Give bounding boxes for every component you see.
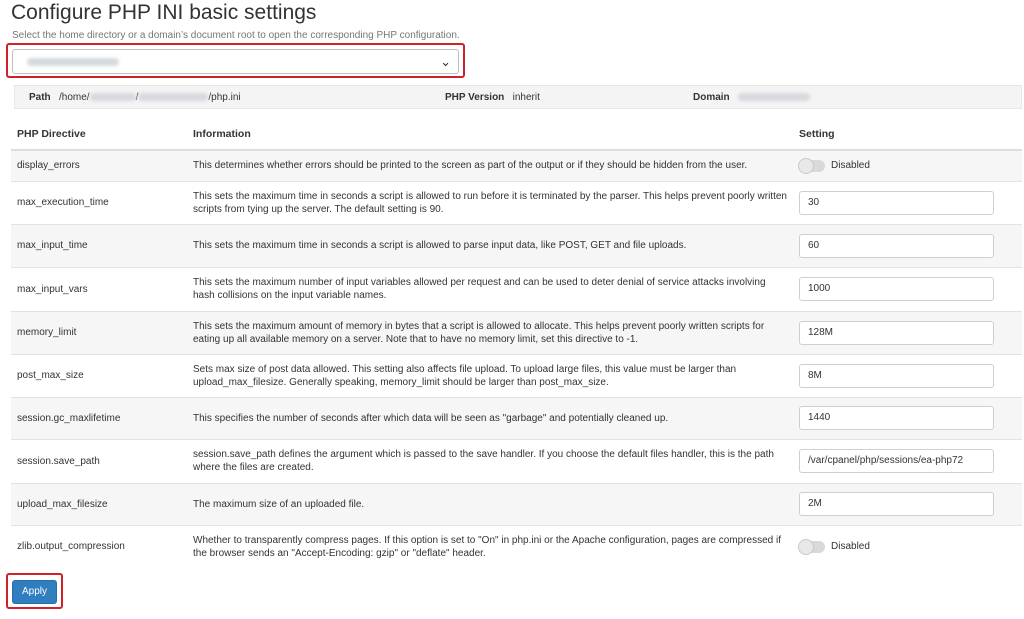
version-info: PHP Version inherit <box>445 92 540 103</box>
table-row: display_errors This determines whether er… <box>11 149 1022 181</box>
path-suffix: /php.ini <box>208 92 241 103</box>
directive-information: This sets the maximum time in seconds a … <box>187 180 793 224</box>
setting-input[interactable]: 128M <box>799 320 994 345</box>
table-row: session.save_path session.save_path defin… <box>11 438 1022 483</box>
directive-information: This sets the maximum time in seconds a … <box>187 223 793 267</box>
table-row: max_input_time This sets the maximum time… <box>11 223 1022 267</box>
select-highlight-box: ⌄ <box>6 43 465 78</box>
directive-information: This sets the maximum amount of memory i… <box>187 310 793 354</box>
directive-name: post_max_size <box>11 353 187 397</box>
blurred-docroot <box>138 93 209 102</box>
directive-name: session.save_path <box>11 438 187 483</box>
table-row: zlib.output_compression Whether to transp… <box>11 524 1022 568</box>
toggle-control[interactable]: Disabled <box>798 157 1016 174</box>
toggle-switch[interactable] <box>798 538 825 555</box>
setting-input[interactable]: 30 <box>799 190 994 215</box>
table-row: memory_limit This sets the maximum amount… <box>11 310 1022 354</box>
table-header-row: PHP Directive Information Setting <box>11 118 1022 151</box>
blurred-domain-value <box>27 58 119 66</box>
directive-setting: Disabled <box>793 149 1022 181</box>
chevron-down-icon: ⌄ <box>440 54 451 69</box>
directive-setting: Disabled <box>793 524 1022 568</box>
directive-information: This determines whether errors should be… <box>187 149 793 181</box>
directive-information: session.save_path defines the argument w… <box>187 438 793 483</box>
directive-information: Whether to transparently compress pages.… <box>187 524 793 568</box>
path-info: Path /home///php.ini <box>29 92 241 103</box>
info-bar: Path /home///php.ini PHP Version inherit… <box>14 85 1022 109</box>
directive-name: display_errors <box>11 149 187 181</box>
table-row: upload_max_filesize The maximum size of a… <box>11 482 1022 525</box>
header-directive: PHP Directive <box>11 118 187 151</box>
path-label: Path <box>29 92 51 103</box>
directive-name: zlib.output_compression <box>11 524 187 568</box>
header-setting: Setting <box>793 118 1022 151</box>
directive-name: memory_limit <box>11 310 187 354</box>
domain-label: Domain <box>693 92 730 103</box>
setting-input[interactable]: /var/cpanel/php/sessions/ea-php72 <box>799 449 994 473</box>
directive-information: Sets max size of post data allowed. This… <box>187 353 793 397</box>
setting-input[interactable]: 2M <box>799 492 994 516</box>
directive-setting: /var/cpanel/php/sessions/ea-php72 <box>793 438 1022 483</box>
directive-setting: 1000 <box>793 266 1022 311</box>
toggle-state-label: Disabled <box>831 541 870 553</box>
directive-setting: 60 <box>793 223 1022 267</box>
setting-input[interactable]: 60 <box>799 233 994 258</box>
blurred-domain <box>738 93 811 102</box>
table-row: post_max_size Sets max size of post data … <box>11 353 1022 397</box>
php-directives-table: PHP Directive Information Setting displa… <box>11 118 1022 568</box>
setting-input[interactable]: 8M <box>799 363 994 388</box>
path-prefix: /home/ <box>59 92 90 103</box>
directive-name: session.gc_maxlifetime <box>11 396 187 439</box>
version-value: inherit <box>512 92 540 103</box>
domain-info: Domain <box>693 92 811 103</box>
toggle-switch[interactable] <box>798 157 825 174</box>
directive-information: The maximum size of an uploaded file. <box>187 482 793 525</box>
toggle-control[interactable]: Disabled <box>798 538 1016 555</box>
version-label: PHP Version <box>445 92 505 103</box>
table-row: session.gc_maxlifetime This specifies the… <box>11 396 1022 439</box>
directive-name: max_input_vars <box>11 266 187 311</box>
directive-setting: 8M <box>793 353 1022 397</box>
directive-name: max_execution_time <box>11 180 187 224</box>
toggle-knob <box>798 157 814 174</box>
blurred-username <box>89 93 136 102</box>
table-row: max_input_vars This sets the maximum numb… <box>11 266 1022 311</box>
toggle-state-label: Disabled <box>831 160 870 172</box>
apply-highlight-box: Apply <box>6 573 63 609</box>
table-row: max_execution_time This sets the maximum … <box>11 180 1022 224</box>
directive-name: max_input_time <box>11 223 187 267</box>
domain-select[interactable]: ⌄ <box>12 49 459 74</box>
directive-setting: 1440 <box>793 396 1022 439</box>
directive-setting: 2M <box>793 482 1022 525</box>
page-subtitle: Select the home directory or a domain’s … <box>12 30 460 41</box>
setting-input[interactable]: 1000 <box>799 277 994 301</box>
setting-input[interactable]: 1440 <box>799 406 994 430</box>
directive-setting: 30 <box>793 180 1022 224</box>
directive-name: upload_max_filesize <box>11 482 187 525</box>
directive-information: This sets the maximum number of input va… <box>187 266 793 311</box>
page-title: Configure PHP INI basic settings <box>11 1 317 24</box>
toggle-knob <box>798 538 814 555</box>
directive-information: This specifies the number of seconds aft… <box>187 396 793 439</box>
directive-setting: 128M <box>793 310 1022 354</box>
header-information: Information <box>187 118 793 151</box>
apply-button[interactable]: Apply <box>12 580 57 604</box>
